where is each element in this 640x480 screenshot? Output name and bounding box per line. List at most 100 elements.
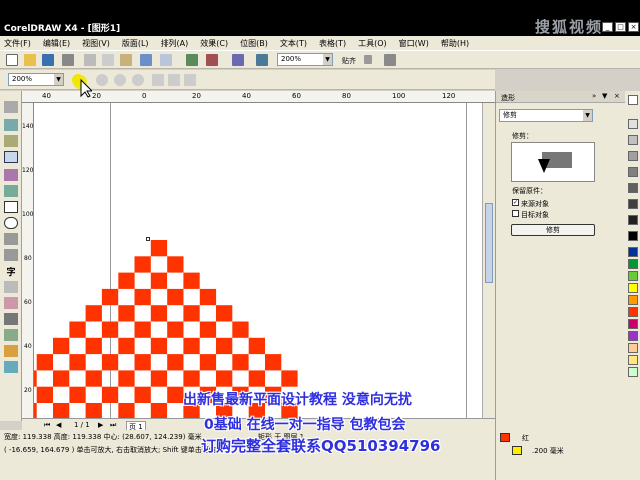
- palette-swatch[interactable]: [628, 167, 638, 177]
- horizontal-ruler[interactable]: 40 20 0 20 40 60 80 100 120: [22, 91, 495, 103]
- palette-swatch[interactable]: [628, 151, 638, 161]
- outline-pen-icon[interactable]: [4, 329, 18, 341]
- menu-bitmaps[interactable]: 位图(B): [240, 38, 268, 49]
- freehand-tool-icon[interactable]: [4, 169, 18, 181]
- paste-icon[interactable]: [120, 54, 132, 66]
- undo-icon[interactable]: [140, 54, 152, 66]
- zoom-height-icon[interactable]: [184, 74, 196, 86]
- import-icon[interactable]: [186, 54, 198, 66]
- palette-swatch[interactable]: [628, 215, 638, 225]
- checker-square: [216, 370, 233, 387]
- export-icon[interactable]: [206, 54, 218, 66]
- palette-swatch[interactable]: [628, 367, 638, 377]
- close-button[interactable]: ×: [628, 22, 639, 32]
- snap-dropdown-icon[interactable]: [364, 55, 372, 64]
- shaping-mode-dropdown[interactable]: 修剪 ▼: [499, 109, 593, 122]
- welcome-icon[interactable]: [256, 54, 268, 66]
- trim-apply-button[interactable]: 修剪: [511, 224, 595, 236]
- vertical-scrollbar[interactable]: [482, 103, 495, 418]
- minimize-button[interactable]: _: [602, 22, 613, 32]
- palette-swatch[interactable]: [628, 295, 638, 305]
- promo-line-1: 出新售最新平面设计教程 没意向无扰: [183, 392, 412, 408]
- last-page-icon[interactable]: ⏭: [110, 421, 116, 430]
- rectangle-tool-icon[interactable]: [4, 201, 18, 213]
- fill-tool-icon[interactable]: [4, 345, 18, 357]
- menu-file[interactable]: 文件(F): [4, 38, 31, 49]
- text-tool-icon[interactable]: 字: [4, 265, 18, 278]
- table-tool-icon[interactable]: [4, 281, 18, 293]
- eyedropper-icon[interactable]: [4, 313, 18, 325]
- polygon-tool-icon[interactable]: [4, 233, 18, 245]
- menu-text[interactable]: 文本(T): [280, 38, 307, 49]
- palette-swatch[interactable]: [628, 231, 638, 241]
- palette-swatch[interactable]: [628, 283, 638, 293]
- smart-fill-icon[interactable]: [4, 185, 18, 197]
- palette-swatch[interactable]: [628, 183, 638, 193]
- palette-swatch[interactable]: [628, 271, 638, 281]
- close-icon[interactable]: ×: [614, 92, 620, 100]
- palette-swatch[interactable]: [628, 331, 638, 341]
- palette-swatch[interactable]: [628, 307, 638, 317]
- zoom-level-dropdown[interactable]: 200% ▼: [277, 53, 333, 66]
- chevron-down-icon[interactable]: ▼: [602, 92, 607, 100]
- palette-swatch[interactable]: [628, 247, 638, 257]
- checker-square: [118, 305, 135, 322]
- palette-swatch[interactable]: [628, 319, 638, 329]
- scrollbar-thumb[interactable]: [485, 203, 493, 283]
- prev-page-icon[interactable]: ◀: [56, 421, 61, 429]
- vertical-ruler[interactable]: 140 120 100 80 60 40 20: [22, 103, 34, 418]
- copy-icon[interactable]: [102, 54, 114, 66]
- zoom-all-icon[interactable]: [132, 74, 144, 86]
- zoom-tool-icon[interactable]: [4, 151, 18, 163]
- drawing-canvas[interactable]: [34, 103, 482, 418]
- maximize-button[interactable]: □: [615, 22, 626, 32]
- snap-to-label[interactable]: 贴齐: [342, 56, 356, 66]
- pick-tool-icon[interactable]: [4, 101, 18, 113]
- open-icon[interactable]: [24, 54, 36, 66]
- zoom-out-icon[interactable]: [96, 74, 108, 86]
- menu-view[interactable]: 视图(V): [82, 38, 110, 49]
- ruler-tick-label: 140: [22, 123, 34, 130]
- zoom-width-icon[interactable]: [168, 74, 180, 86]
- menu-layout[interactable]: 版面(L): [122, 38, 149, 49]
- menu-table[interactable]: 表格(T): [319, 38, 346, 49]
- checker-diamond-artwork[interactable]: [34, 103, 482, 418]
- interactive-fill-icon[interactable]: [4, 361, 18, 373]
- redo-icon[interactable]: [160, 54, 172, 66]
- shape-tool-icon[interactable]: [4, 119, 18, 131]
- menu-effects[interactable]: 效果(C): [200, 38, 228, 49]
- palette-swatch[interactable]: [628, 259, 638, 269]
- checker-square: [216, 305, 233, 322]
- palette-swatch[interactable]: [628, 355, 638, 365]
- next-page-icon[interactable]: ▶: [98, 421, 103, 429]
- crop-tool-icon[interactable]: [4, 135, 18, 147]
- palette-swatch[interactable]: [628, 199, 638, 209]
- collapse-icon[interactable]: »: [592, 92, 596, 100]
- menu-tools[interactable]: 工具(O): [358, 38, 387, 49]
- menu-edit[interactable]: 编辑(E): [43, 38, 70, 49]
- menu-window[interactable]: 窗口(W): [399, 38, 429, 49]
- menu-arrange[interactable]: 排列(A): [161, 38, 189, 49]
- checker-square: [248, 337, 265, 355]
- options-icon[interactable]: [384, 54, 396, 66]
- zoom-page-icon[interactable]: [152, 74, 164, 86]
- target-object-checkbox[interactable]: [512, 210, 519, 217]
- menu-help[interactable]: 帮助(H): [441, 38, 469, 49]
- first-page-icon[interactable]: ⏮: [44, 421, 50, 430]
- palette-swatch[interactable]: [628, 119, 638, 129]
- zoom-selected-icon[interactable]: [114, 74, 126, 86]
- new-icon[interactable]: [6, 54, 18, 66]
- interactive-effect-icon[interactable]: [4, 297, 18, 309]
- basic-shapes-icon[interactable]: [4, 249, 18, 261]
- source-object-checkbox[interactable]: ✓: [512, 199, 519, 206]
- app-launcher-icon[interactable]: [232, 54, 244, 66]
- palette-swatch[interactable]: [628, 95, 638, 105]
- palette-swatch[interactable]: [628, 343, 638, 353]
- zoom-levels-dropdown[interactable]: 200% ▼: [8, 73, 64, 86]
- cut-icon[interactable]: [84, 54, 96, 66]
- ellipse-tool-icon[interactable]: [4, 217, 18, 229]
- selection-handle[interactable]: [146, 237, 150, 241]
- print-icon[interactable]: [62, 54, 74, 66]
- save-icon[interactable]: [42, 54, 54, 66]
- palette-swatch[interactable]: [628, 135, 638, 145]
